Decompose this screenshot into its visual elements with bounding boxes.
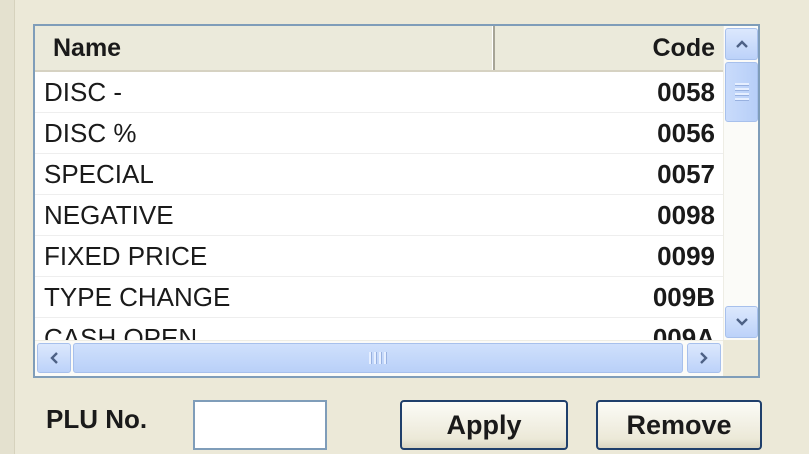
row-name: DISC % — [44, 117, 137, 148]
column-header-code[interactable]: Code — [495, 26, 723, 70]
vertical-scroll-thumb[interactable] — [725, 62, 758, 122]
row-code: 0058 — [657, 76, 715, 107]
chevron-left-icon — [50, 352, 58, 364]
window-left-edge — [0, 0, 15, 454]
chevron-right-icon — [700, 352, 708, 364]
row-code: 009B — [652, 281, 715, 312]
plu-number-input[interactable] — [193, 400, 327, 450]
row-name: TYPE CHANGE — [44, 281, 231, 312]
apply-button[interactable]: Apply — [400, 400, 568, 450]
row-name: CASH OPEN — [44, 322, 198, 341]
list-row[interactable]: DISC - 0058 — [35, 72, 723, 113]
horizontal-scroll-thumb[interactable] — [73, 343, 683, 373]
list-row[interactable]: SPECIAL 0057 — [35, 154, 723, 195]
column-header-name[interactable]: Name — [35, 26, 495, 70]
plu-number-label: PLU No. — [46, 404, 148, 434]
row-name: DISC - — [44, 76, 122, 107]
row-code: 0098 — [657, 199, 715, 230]
chevron-up-icon — [735, 40, 748, 48]
plu-assignment-panel: Name Code DISC - 0058 DISC % 0056 SPECIA… — [0, 0, 809, 454]
row-code: 009A — [652, 322, 715, 341]
list-row[interactable]: DISC % 0056 — [35, 113, 723, 154]
remove-button[interactable]: Remove — [596, 400, 762, 450]
scroll-up-button[interactable] — [725, 28, 758, 60]
list-row[interactable]: FIXED PRICE 0099 — [35, 236, 723, 277]
row-code: 0057 — [657, 158, 715, 189]
scroll-down-button[interactable] — [725, 306, 758, 338]
horizontal-scrollbar[interactable] — [35, 340, 723, 376]
list-header: Name Code — [35, 26, 723, 72]
list-row[interactable]: NEGATIVE 0098 — [35, 195, 723, 236]
row-name: SPECIAL — [44, 158, 154, 189]
row-code: 0056 — [657, 117, 715, 148]
list-rows: DISC - 0058 DISC % 0056 SPECIAL 0057 NEG… — [35, 72, 723, 340]
chevron-down-icon — [735, 318, 748, 326]
scroll-left-button[interactable] — [37, 343, 71, 373]
row-name: NEGATIVE — [44, 199, 174, 230]
function-list[interactable]: Name Code DISC - 0058 DISC % 0056 SPECIA… — [33, 24, 760, 378]
list-row[interactable]: CASH OPEN 009A — [35, 318, 723, 341]
scrollbar-corner — [723, 340, 758, 376]
vertical-scrollbar[interactable] — [723, 26, 758, 340]
row-code: 0099 — [657, 240, 715, 271]
row-name: FIXED PRICE — [44, 240, 208, 271]
scroll-right-button[interactable] — [687, 343, 721, 373]
list-row[interactable]: TYPE CHANGE 009B — [35, 277, 723, 318]
